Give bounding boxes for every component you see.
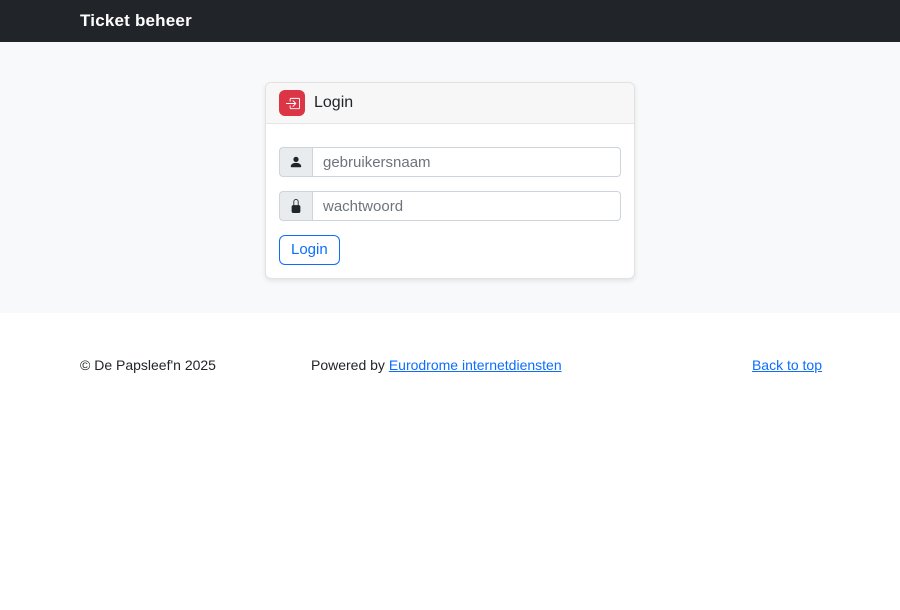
powered-by-text: Powered by Eurodrome internetdiensten (311, 357, 562, 373)
password-input-group (279, 191, 621, 221)
password-input[interactable] (312, 191, 621, 221)
username-input[interactable] (312, 147, 621, 177)
eurodrome-link[interactable]: Eurodrome internetdiensten (389, 357, 562, 373)
login-card-body: Login (266, 124, 634, 278)
person-icon (279, 147, 312, 177)
username-input-group (279, 147, 621, 177)
page-footer: © De Papsleef'n 2025 Powered by Eurodrom… (0, 313, 900, 610)
copyright-text: © De Papsleef'n 2025 (80, 357, 216, 373)
powered-by-prefix: Powered by (311, 357, 389, 373)
main-content: Login Login (0, 42, 900, 313)
back-to-top-link[interactable]: Back to top (752, 357, 822, 373)
login-card-header: Login (266, 83, 634, 124)
navbar-brand[interactable]: Ticket beheer (80, 11, 192, 31)
login-button[interactable]: Login (279, 235, 340, 265)
login-card-title: Login (314, 94, 353, 112)
lock-icon (279, 191, 312, 221)
login-card: Login Login (265, 82, 635, 279)
box-arrow-in-right-icon (279, 90, 305, 116)
app-navbar: Ticket beheer (0, 0, 900, 42)
